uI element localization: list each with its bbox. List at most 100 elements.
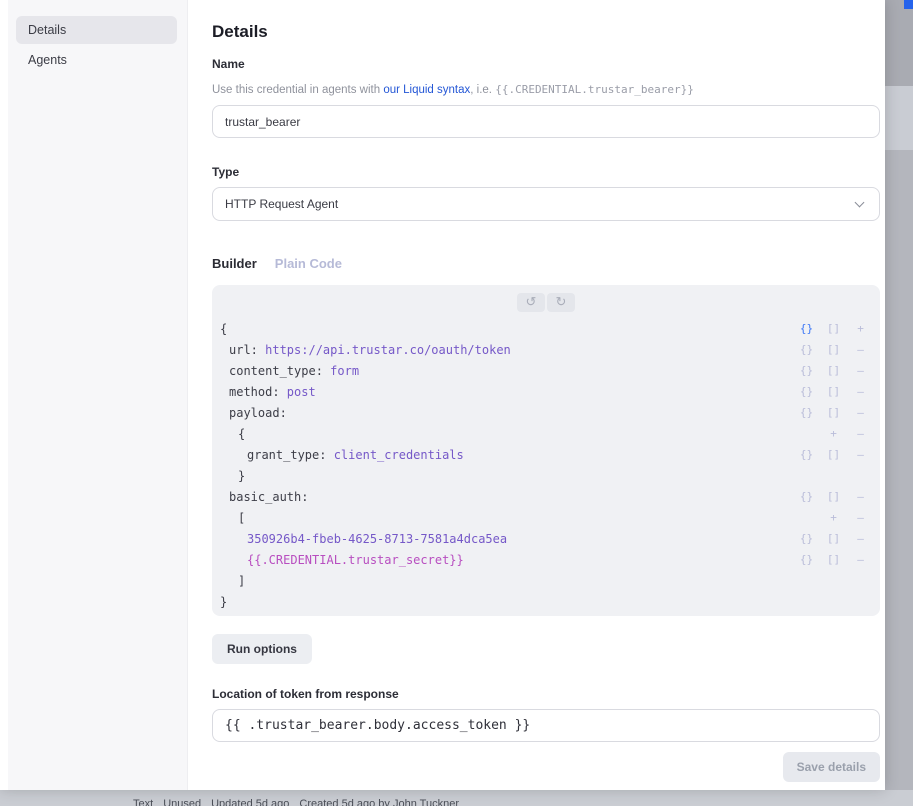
- name-label: Name: [212, 57, 245, 71]
- remove-item-icon[interactable]: —: [847, 364, 874, 377]
- add-array-icon[interactable]: []: [820, 553, 847, 566]
- code-text: [: [220, 511, 820, 525]
- add-item-icon[interactable]: +: [820, 427, 847, 440]
- save-details-button[interactable]: Save details: [783, 752, 880, 782]
- sidebar-list: DetailsAgents: [8, 16, 187, 74]
- credential-modal: DetailsAgents Details Name Use this cred…: [0, 0, 885, 790]
- code-text: {: [220, 322, 793, 336]
- add-item-icon[interactable]: +: [820, 511, 847, 524]
- remove-item-icon[interactable]: —: [847, 511, 874, 524]
- code-text: 350926b4-fbeb-4625-8713-7581a4dca5ea: [220, 532, 793, 546]
- remove-item-icon[interactable]: —: [847, 385, 874, 398]
- add-array-icon[interactable]: []: [820, 448, 847, 461]
- remove-item-icon[interactable]: —: [847, 343, 874, 356]
- status-item: Unused: [163, 798, 201, 806]
- type-select[interactable]: HTTP Request Agent: [212, 187, 880, 221]
- code-line: content_type: form{}[]—: [212, 360, 880, 381]
- name-helper-text: Use this credential in agents with our L…: [212, 83, 694, 96]
- code-line: 350926b4-fbeb-4625-8713-7581a4dca5ea{}[]…: [212, 528, 880, 549]
- screen: Text Unused Updated 5d ago Created 5d ago b…: [0, 0, 913, 806]
- remove-item-icon[interactable]: —: [847, 490, 874, 503]
- type-select-value: HTTP Request Agent: [225, 197, 338, 211]
- code-text: {{.CREDENTIAL.trustar_secret}}: [220, 553, 793, 567]
- tab-builder[interactable]: Builder: [212, 256, 257, 271]
- add-array-icon[interactable]: []: [820, 322, 847, 335]
- credential-name-input[interactable]: [212, 105, 880, 138]
- code-lines: {{}[]+url: https://api.trustar.co/oauth/…: [212, 318, 880, 612]
- page-title: Details: [212, 22, 268, 42]
- add-object-icon[interactable]: {}: [793, 532, 820, 545]
- add-array-icon[interactable]: []: [820, 406, 847, 419]
- add-object-icon[interactable]: {}: [793, 448, 820, 461]
- status-item: Created 5d ago by John Tuckner: [299, 798, 459, 806]
- add-array-icon[interactable]: []: [820, 364, 847, 377]
- code-text: basic_auth:: [220, 490, 793, 504]
- liquid-syntax-link[interactable]: our Liquid syntax: [383, 84, 470, 96]
- background-page: [884, 0, 913, 86]
- background-accent-square: [904, 0, 913, 9]
- add-array-icon[interactable]: []: [820, 532, 847, 545]
- add-object-icon[interactable]: {}: [793, 364, 820, 377]
- code-line: }: [212, 465, 880, 486]
- remove-item-icon[interactable]: —: [847, 553, 874, 566]
- line-actions: +—: [820, 511, 874, 524]
- background-status-row: Text Unused Updated 5d ago Created 5d ago b…: [133, 798, 459, 806]
- sidebar-item-agents[interactable]: Agents: [16, 46, 177, 74]
- status-item: Updated 5d ago: [211, 798, 289, 806]
- code-text: method: post: [220, 385, 793, 399]
- code-line: {{.CREDENTIAL.trustar_secret}}{}[]—: [212, 549, 880, 570]
- add-object-icon[interactable]: {}: [793, 343, 820, 356]
- line-actions: {}[]—: [793, 364, 874, 377]
- code-line: [+—: [212, 507, 880, 528]
- sidebar: DetailsAgents: [8, 0, 188, 790]
- builder-tabs: Builder Plain Code: [212, 256, 342, 271]
- remove-item-icon[interactable]: —: [847, 427, 874, 440]
- status-item: Text: [133, 798, 153, 806]
- code-text: content_type: form: [220, 364, 793, 378]
- helper-code: {{.CREDENTIAL.trustar_bearer}}: [495, 83, 694, 96]
- add-object-icon[interactable]: {}: [793, 322, 820, 335]
- remove-item-icon[interactable]: —: [847, 532, 874, 545]
- code-line: ]: [212, 570, 880, 591]
- token-location-input[interactable]: [212, 709, 880, 742]
- add-object-icon[interactable]: {}: [793, 553, 820, 566]
- undo-redo-group: ↺ ↻: [212, 293, 880, 313]
- redo-icon[interactable]: ↻: [547, 293, 575, 312]
- code-line: {+—: [212, 423, 880, 444]
- main-panel: Details Name Use this credential in agen…: [188, 0, 885, 790]
- sidebar-item-details[interactable]: Details: [16, 16, 177, 44]
- undo-icon[interactable]: ↺: [517, 293, 545, 312]
- code-line: payload:{}[]—: [212, 402, 880, 423]
- type-label: Type: [212, 165, 239, 179]
- line-actions: {}[]—: [793, 385, 874, 398]
- add-item-icon[interactable]: +: [847, 322, 874, 335]
- line-actions: +—: [820, 427, 874, 440]
- code-line: grant_type: client_credentials{}[]—: [212, 444, 880, 465]
- code-text: }: [220, 595, 874, 609]
- code-text: {: [220, 427, 820, 441]
- helper-mid: , i.e.: [470, 84, 495, 96]
- add-object-icon[interactable]: {}: [793, 385, 820, 398]
- remove-item-icon[interactable]: —: [847, 448, 874, 461]
- code-builder-panel: ↺ ↻ {{}[]+url: https://api.trustar.co/oa…: [212, 285, 880, 616]
- chevron-down-icon: [855, 197, 865, 207]
- remove-item-icon[interactable]: —: [847, 406, 874, 419]
- add-object-icon[interactable]: {}: [793, 406, 820, 419]
- code-text: ]: [220, 574, 874, 588]
- add-array-icon[interactable]: []: [820, 385, 847, 398]
- token-location-label: Location of token from response: [212, 687, 399, 701]
- tab-plain-code[interactable]: Plain Code: [275, 256, 342, 271]
- code-line: {{}[]+: [212, 318, 880, 339]
- code-line: basic_auth:{}[]—: [212, 486, 880, 507]
- code-text: url: https://api.trustar.co/oauth/token: [220, 343, 793, 357]
- background-page-card: [884, 86, 913, 150]
- run-options-button[interactable]: Run options: [212, 634, 312, 664]
- line-actions: {}[]—: [793, 448, 874, 461]
- code-text: payload:: [220, 406, 793, 420]
- add-array-icon[interactable]: []: [820, 490, 847, 503]
- line-actions: {}[]+: [793, 322, 874, 335]
- line-actions: {}[]—: [793, 553, 874, 566]
- line-actions: {}[]—: [793, 343, 874, 356]
- add-object-icon[interactable]: {}: [793, 490, 820, 503]
- add-array-icon[interactable]: []: [820, 343, 847, 356]
